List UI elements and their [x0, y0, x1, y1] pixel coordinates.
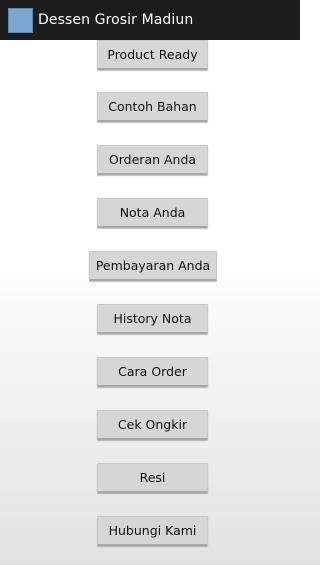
contoh-bahan-button[interactable]: Contoh Bahan	[97, 92, 208, 122]
nota-anda-button[interactable]: Nota Anda	[97, 198, 208, 228]
cara-order-button[interactable]: Cara Order	[97, 357, 208, 387]
hubungi-kami-button[interactable]: Hubungi Kami	[97, 516, 208, 546]
product-ready-button[interactable]: Product Ready	[97, 40, 208, 70]
app-title: Dessen Grosir Madiun	[38, 12, 194, 28]
resi-button[interactable]: Resi	[97, 463, 208, 493]
pembayaran-anda-button[interactable]: Pembayaran Anda	[89, 251, 217, 281]
action-bar: Dessen Grosir Madiun	[0, 0, 300, 40]
orderan-anda-button[interactable]: Orderan Anda	[97, 145, 208, 175]
cek-ongkir-button[interactable]: Cek Ongkir	[97, 410, 208, 440]
app-logo-icon[interactable]	[8, 7, 33, 33]
history-nota-button[interactable]: History Nota	[97, 304, 208, 334]
